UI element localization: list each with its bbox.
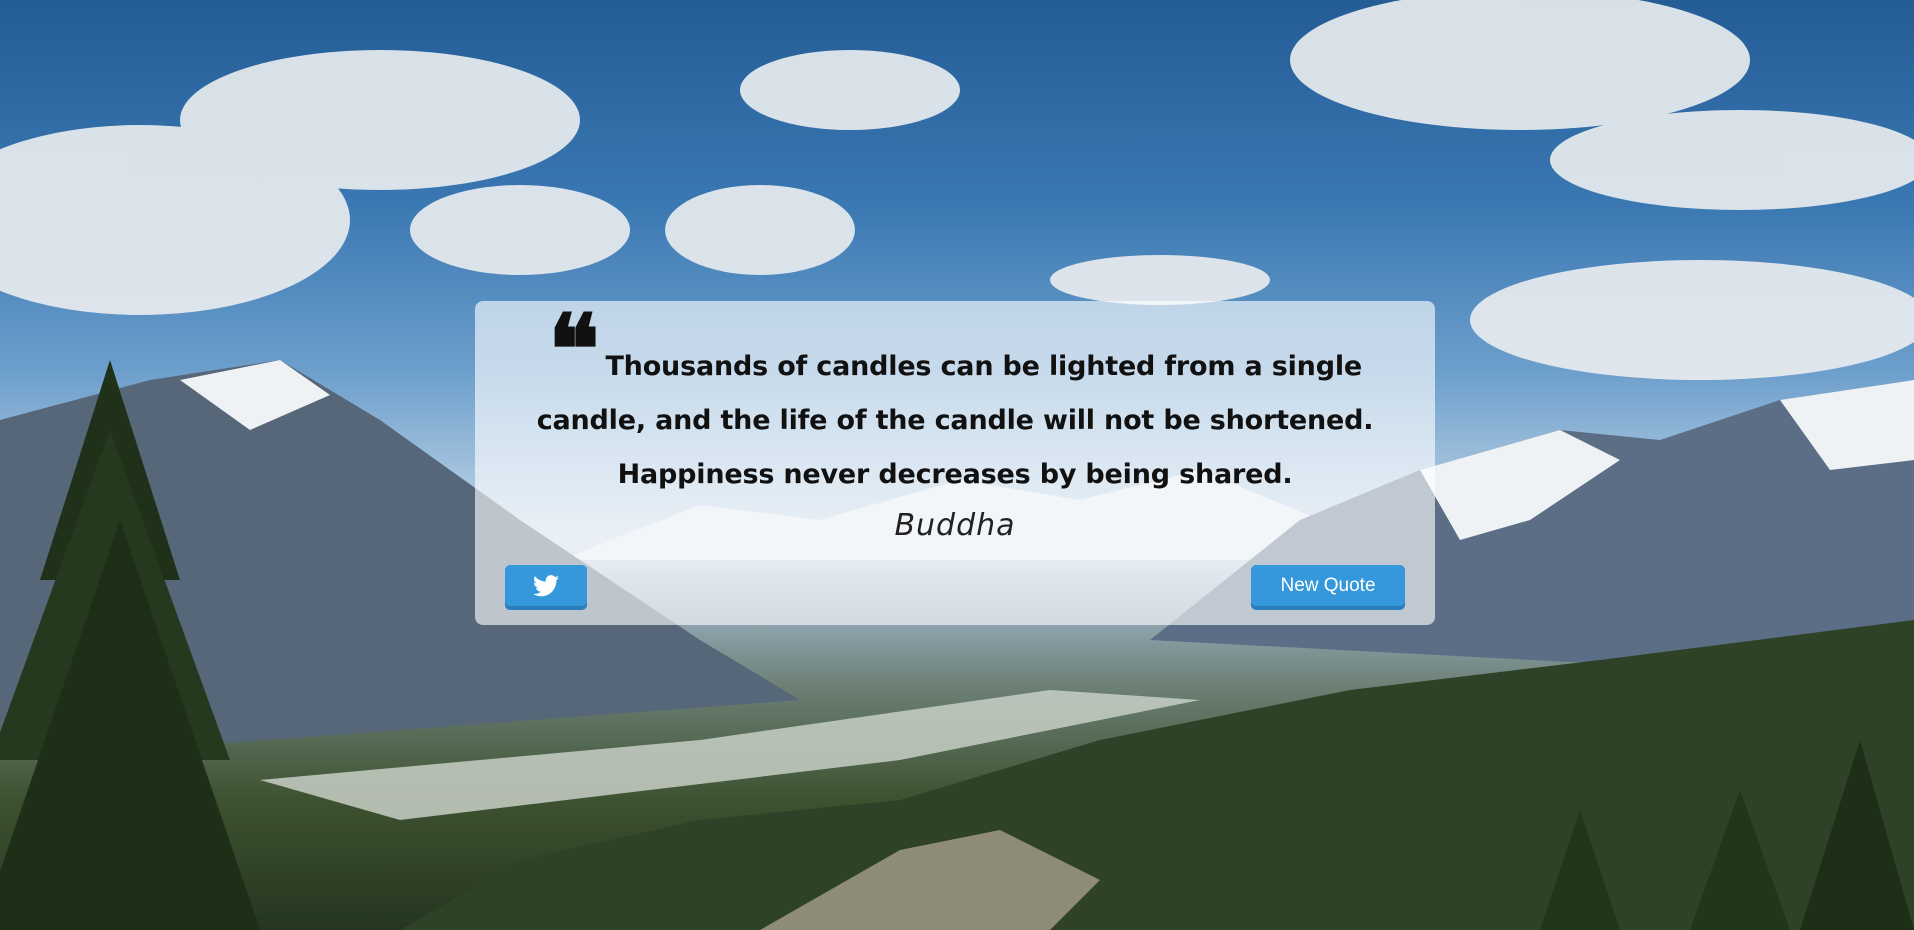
quote-open-icon: ❝ [548,293,600,406]
quote-text: Thousands of candles can be lighted from… [536,351,1374,490]
twitter-icon [533,574,559,596]
background-landscape: ❝ Thousands of candles can be lighted fro… [0,0,1914,930]
tweet-button[interactable] [505,565,587,606]
new-quote-button[interactable]: New Quote [1251,565,1405,606]
quote-text-block: ❝ Thousands of candles can be lighted fro… [505,293,1405,502]
quote-card: ❝ Thousands of candles can be lighted fro… [475,301,1435,625]
quote-author: Buddha [894,508,1016,543]
